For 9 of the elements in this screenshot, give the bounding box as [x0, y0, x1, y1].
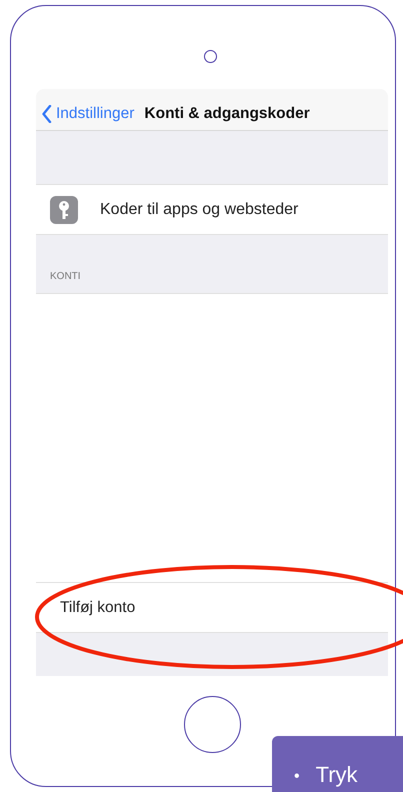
- chevron-icon: [42, 104, 52, 122]
- section-header: KONTI: [50, 271, 81, 282]
- callout-text: Tryk: [316, 762, 358, 788]
- key-icon: [50, 196, 78, 224]
- page-title: Konti & adgangskoder: [144, 104, 310, 122]
- bullet: •: [294, 767, 300, 787]
- home-button[interactable]: [184, 696, 241, 753]
- back-link[interactable]: Indstillinger: [42, 104, 134, 122]
- camera-icon: [204, 50, 217, 63]
